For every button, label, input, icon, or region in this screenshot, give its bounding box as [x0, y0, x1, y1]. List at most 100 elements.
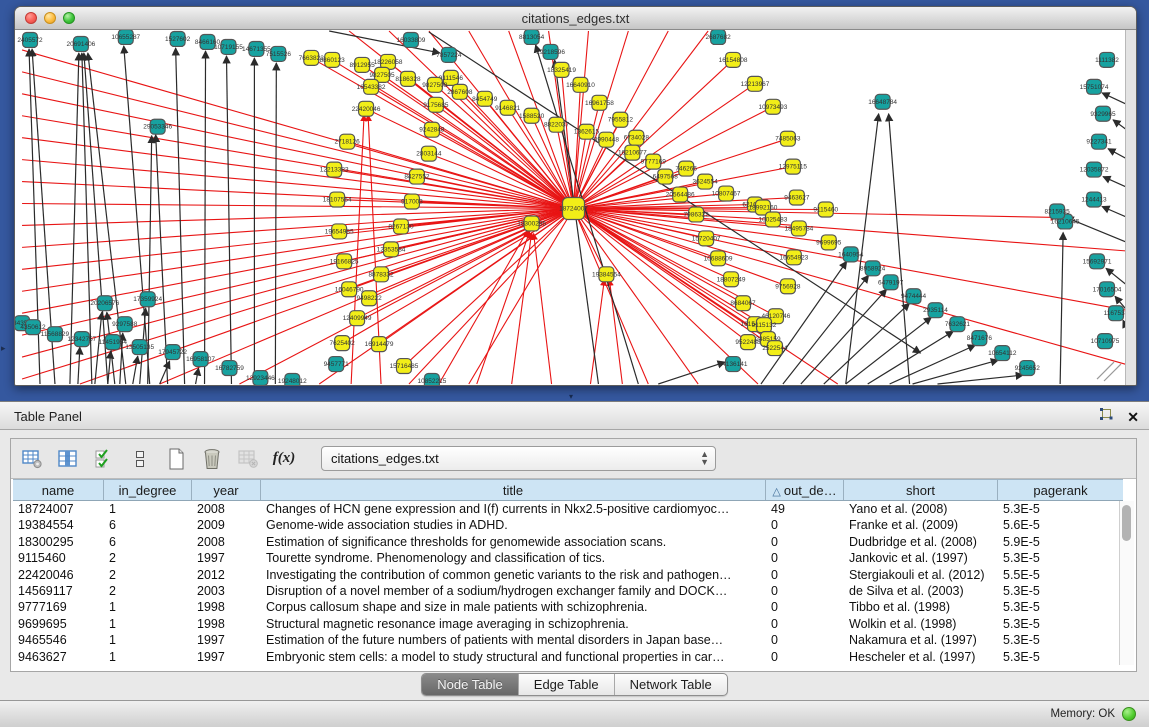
- memory-status-icon[interactable]: [1122, 707, 1136, 721]
- graph-node[interactable]: 16654923: [779, 250, 808, 265]
- graph-node[interactable]: 18807249: [717, 272, 746, 287]
- table-cell[interactable]: 2: [104, 583, 192, 599]
- tab-node-table[interactable]: Node Table: [422, 674, 519, 695]
- network-view-canvas[interactable]: 8860123891295518226058982750581863289111…: [15, 30, 1136, 385]
- table-cell[interactable]: Wolkin et al. (1998): [844, 616, 998, 632]
- table-row[interactable]: 946362711997Embryonic stem cells: a mode…: [13, 649, 1123, 665]
- graph-node[interactable]: 9227341: [1086, 134, 1112, 149]
- table-cell[interactable]: 1998: [192, 616, 261, 632]
- graph-node[interactable]: 3624554: [693, 174, 719, 189]
- table-cell[interactable]: Tibbo et al. (1998): [844, 599, 998, 615]
- graph-node[interactable]: 8958924: [860, 261, 886, 276]
- table-cell[interactable]: Investigating the contribution of common…: [261, 567, 766, 583]
- table-cell[interactable]: 1997: [192, 649, 261, 665]
- graph-node[interactable]: 16154808: [719, 52, 748, 67]
- graph-node[interactable]: 8813054: [519, 30, 545, 44]
- table-cell[interactable]: 1997: [192, 550, 261, 566]
- table-cell[interactable]: Corpus callosum shape and size in male p…: [261, 599, 766, 615]
- table-row[interactable]: 1830029562008Estimation of significance …: [13, 534, 1123, 550]
- graph-node[interactable]: 2405572: [17, 32, 43, 47]
- graph-node[interactable]: 7485063: [775, 131, 801, 146]
- graph-edge[interactable]: [574, 31, 709, 209]
- graph-edge[interactable]: [133, 356, 138, 384]
- table-cell[interactable]: 14569117: [13, 583, 104, 599]
- graph-node[interactable]: 15716485: [390, 359, 419, 374]
- graph-edge[interactable]: [78, 347, 80, 384]
- new-document-icon[interactable]: [165, 448, 187, 470]
- table-cell[interactable]: Genome-wide association studies in ADHD.: [261, 517, 766, 533]
- rows-icon[interactable]: [129, 448, 151, 470]
- column-header-year[interactable]: year: [192, 480, 261, 500]
- table-cell[interactable]: Franke et al. (2009): [844, 517, 998, 533]
- table-cell[interactable]: 9777169: [13, 599, 104, 615]
- graph-edge[interactable]: [574, 208, 1132, 366]
- table-cell[interactable]: 0: [766, 534, 844, 550]
- graph-edge[interactable]: [124, 46, 150, 384]
- graph-node[interactable]: 29053346: [143, 119, 172, 134]
- graph-node[interactable]: 13505135: [125, 340, 154, 355]
- table-row[interactable]: 1456911722003Disruption of a novel membe…: [13, 583, 1123, 599]
- column-header-pagerank[interactable]: pagerank: [998, 480, 1123, 500]
- table-vscrollbar-thumb[interactable]: [1122, 505, 1131, 541]
- table-cell[interactable]: 0: [766, 632, 844, 648]
- table-vscrollbar[interactable]: [1119, 501, 1134, 665]
- table-cell[interactable]: 22420046: [13, 567, 104, 583]
- table-cell[interactable]: de Silva et al. (2003): [844, 583, 998, 599]
- table-cell[interactable]: 0: [766, 616, 844, 632]
- table-cell[interactable]: Jankovic et al. (1997): [844, 550, 998, 566]
- graph-node[interactable]: 2687682: [706, 30, 732, 44]
- graph-node[interactable]: 14136141: [719, 357, 748, 372]
- table-cell[interactable]: Stergiakouli et al. (2012): [844, 567, 998, 583]
- graph-node[interactable]: 6734028: [624, 130, 650, 145]
- table-cell[interactable]: Disruption of a novel member of a sodium…: [261, 583, 766, 599]
- graph-node[interactable]: 18724007: [559, 198, 588, 220]
- table-cell[interactable]: 1997: [192, 632, 261, 648]
- graph-node[interactable]: 19166825: [330, 254, 359, 269]
- column-header-name[interactable]: name: [13, 480, 104, 500]
- graph-node[interactable]: 7955812: [608, 112, 634, 127]
- column-header-short[interactable]: short: [844, 480, 998, 500]
- network-window[interactable]: citations_edges.txt 88601238912955182260…: [14, 6, 1137, 386]
- table-selector-dropdown[interactable]: citations_edges.txt ▲▼: [321, 446, 716, 471]
- graph-edge[interactable]: [205, 51, 206, 384]
- graph-node[interactable]: 17016504: [1093, 282, 1122, 297]
- graph-edge[interactable]: [574, 103, 600, 209]
- graph-node[interactable]: 9115460: [813, 202, 838, 217]
- table-cell[interactable]: 6: [104, 534, 192, 550]
- table-cell[interactable]: 5.3E-5: [998, 649, 1123, 665]
- float-window-icon[interactable]: [1099, 408, 1113, 426]
- graph-node[interactable]: 2718126: [335, 134, 361, 149]
- graph-node[interactable]: 16640910: [566, 77, 595, 92]
- graph-node[interactable]: 19248012: [278, 374, 307, 385]
- table-cell[interactable]: 9115460: [13, 550, 104, 566]
- graph-node[interactable]: 9175685: [423, 97, 449, 112]
- table-cell[interactable]: 0: [766, 567, 844, 583]
- table-cell[interactable]: 5.3E-5: [998, 599, 1123, 615]
- graph-edge[interactable]: [913, 360, 999, 384]
- table-cell[interactable]: 1: [104, 649, 192, 665]
- table-cell[interactable]: 18724007: [13, 501, 104, 517]
- graph-node[interactable]: 10852215: [418, 374, 447, 385]
- table-cell[interactable]: 9465546: [13, 632, 104, 648]
- table-row[interactable]: 911546021997Tourette syndrome. Phenomeno…: [13, 550, 1123, 566]
- graph-edge[interactable]: [889, 114, 910, 384]
- graph-node[interactable]: 16961758: [585, 95, 614, 110]
- tab-network-table[interactable]: Network Table: [615, 674, 727, 695]
- table-cell[interactable]: 9463627: [13, 649, 104, 665]
- graph-edge[interactable]: [1060, 232, 1063, 384]
- graph-node[interactable]: 12213967: [741, 76, 770, 91]
- graph-node[interactable]: 9245652: [1015, 361, 1041, 376]
- table-cell[interactable]: Estimation of the future numbers of pati…: [261, 632, 766, 648]
- panel-splitter-grip[interactable]: ▾: [569, 393, 573, 401]
- graph-node[interactable]: 9297588: [112, 317, 138, 332]
- graph-node[interactable]: 18495784: [784, 221, 813, 236]
- table-row[interactable]: 2242004622012Investigating the contribut…: [13, 567, 1123, 583]
- table-cell[interactable]: 18300295: [13, 534, 104, 550]
- graph-node[interactable]: 20691406: [66, 36, 95, 51]
- graph-edge[interactable]: [590, 279, 604, 384]
- function-builder-icon[interactable]: f(x): [273, 448, 295, 470]
- table-cell[interactable]: Structural magnetic resonance image aver…: [261, 616, 766, 632]
- table-cell[interactable]: 9699695: [13, 616, 104, 632]
- graph-node[interactable]: 1111382: [1095, 52, 1119, 67]
- delete-trash-icon[interactable]: [201, 448, 223, 470]
